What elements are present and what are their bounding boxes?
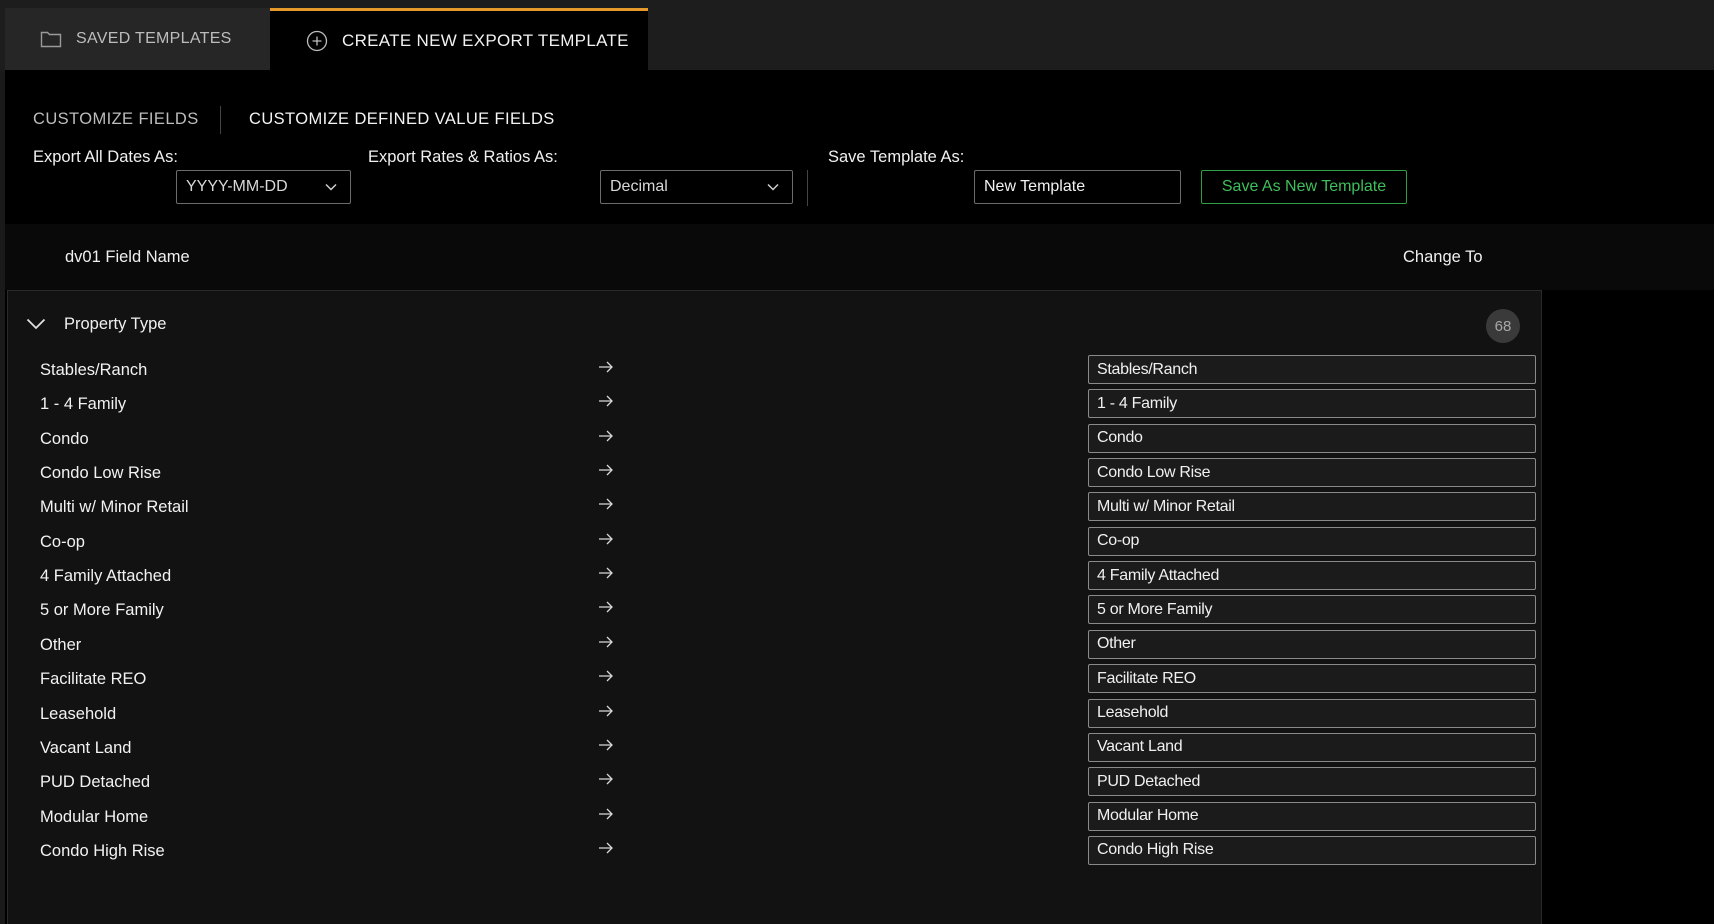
field-name-label: 5 or More Family [40, 601, 164, 620]
change-to-input[interactable] [1088, 389, 1536, 419]
change-to-input[interactable] [1088, 732, 1536, 762]
group-title: Property Type [64, 315, 167, 333]
column-change-to: Change To [1403, 248, 1483, 266]
arrow-right-icon [598, 704, 614, 723]
change-to-input[interactable] [1088, 561, 1536, 591]
main-panel: CUSTOMIZE FIELDS CUSTOMIZE DEFINED VALUE… [5, 70, 1714, 924]
field-name-label: PUD Detached [40, 773, 151, 792]
arrow-right-icon [598, 600, 614, 619]
count-badge: 68 [1486, 309, 1520, 343]
mapping-row: PUD Detached [8, 765, 1541, 803]
chevron-down-icon [324, 180, 338, 199]
chevron-down-icon[interactable] [26, 317, 46, 335]
tab-bar: SAVED TEMPLATES CREATE NEW EXPORT TEMPLA… [0, 0, 1714, 70]
export-dates-value: YYYY-MM-DD [186, 178, 288, 195]
arrow-right-icon [598, 463, 614, 482]
field-name-label: Other [40, 635, 82, 654]
change-to-input[interactable] [1088, 423, 1536, 453]
field-name-label: Facilitate REO [40, 670, 147, 689]
field-name-label: 4 Family Attached [40, 567, 172, 586]
export-dates-label: Export All Dates As: [33, 148, 178, 166]
field-name-label: Leasehold [40, 704, 117, 723]
template-name-input[interactable] [974, 170, 1181, 204]
mapping-row: 4 Family Attached [8, 559, 1541, 597]
arrow-right-icon [598, 566, 614, 585]
mapping-row: Stables/Ranch [8, 353, 1541, 391]
arrow-right-icon [598, 772, 614, 791]
change-to-input[interactable] [1088, 355, 1536, 384]
mapping-row: Co-op [8, 525, 1541, 563]
field-name-label: Multi w/ Minor Retail [40, 498, 189, 517]
mapping-row: Modular Home [8, 800, 1541, 838]
field-name-label: Condo [40, 429, 89, 448]
arrow-right-icon [598, 669, 614, 688]
change-to-input[interactable] [1088, 698, 1536, 728]
change-to-input[interactable] [1088, 664, 1536, 694]
field-name-label: 1 - 4 Family [40, 395, 127, 414]
mapping-row: Condo Low Rise [8, 456, 1541, 494]
save-template-as-label: Save Template As: [828, 148, 965, 166]
change-to-input[interactable] [1088, 767, 1536, 797]
mapping-row: Other [8, 628, 1541, 666]
change-to-input[interactable] [1088, 835, 1536, 865]
export-rates-value: Decimal [610, 178, 668, 195]
arrow-right-icon [598, 841, 614, 860]
plus-circle-icon [306, 30, 328, 52]
arrow-right-icon [598, 394, 614, 413]
subtab-divider [220, 106, 221, 134]
export-rates-select[interactable]: Decimal [600, 170, 793, 204]
change-to-input[interactable] [1088, 458, 1536, 488]
subtab-customize-defined-value-fields[interactable]: CUSTOMIZE DEFINED VALUE FIELDS [249, 110, 555, 129]
save-as-new-template-button[interactable]: Save As New Template [1201, 170, 1407, 204]
arrow-right-icon [598, 635, 614, 654]
column-field-name: dv01 Field Name [65, 248, 190, 266]
arrow-right-icon [598, 360, 614, 379]
change-to-input[interactable] [1088, 595, 1536, 625]
mapping-row: Vacant Land [8, 731, 1541, 769]
mapping-row: Leasehold [8, 697, 1541, 735]
field-name-label: Condo Low Rise [40, 464, 162, 483]
tab-create-new-template[interactable]: CREATE NEW EXPORT TEMPLATE [270, 8, 648, 70]
mapping-row: Condo [8, 422, 1541, 460]
arrow-right-icon [598, 738, 614, 757]
arrow-right-icon [598, 429, 614, 448]
mapping-row: Multi w/ Minor Retail [8, 490, 1541, 528]
group-header[interactable]: Property Type 68 [8, 291, 1541, 353]
options-divider [807, 170, 808, 206]
mapping-row: Facilitate REO [8, 662, 1541, 700]
export-dates-select[interactable]: YYYY-MM-DD [176, 170, 351, 204]
field-name-label: Modular Home [40, 807, 149, 826]
change-to-input[interactable] [1088, 492, 1536, 522]
arrow-right-icon [598, 532, 614, 551]
change-to-input[interactable] [1088, 526, 1536, 556]
arrow-right-icon [598, 497, 614, 516]
mapping-row: 1 - 4 Family [8, 387, 1541, 425]
chevron-down-icon [766, 180, 780, 199]
arrow-right-icon [598, 807, 614, 826]
tab-saved-templates[interactable]: SAVED TEMPLATES [5, 8, 270, 70]
column-header: dv01 Field Name Change To [5, 224, 1714, 290]
field-name-label: Stables/Ranch [40, 361, 148, 379]
export-rates-label: Export Rates & Ratios As: [368, 148, 558, 166]
field-name-label: Vacant Land [40, 738, 132, 757]
property-type-group: Property Type 68 Stables/Ranch 1 - 4 Fami… [7, 290, 1542, 924]
mapping-row: Condo High Rise [8, 834, 1541, 872]
subtab-customize-fields[interactable]: CUSTOMIZE FIELDS [33, 110, 199, 129]
field-name-label: Co-op [40, 532, 85, 551]
tab-saved-label: SAVED TEMPLATES [76, 30, 232, 47]
field-name-label: Condo High Rise [40, 841, 165, 860]
tab-create-label: CREATE NEW EXPORT TEMPLATE [342, 30, 629, 50]
change-to-input[interactable] [1088, 801, 1536, 831]
change-to-input[interactable] [1088, 629, 1536, 659]
mapping-row: 5 or More Family [8, 593, 1541, 631]
folder-icon [40, 28, 62, 50]
